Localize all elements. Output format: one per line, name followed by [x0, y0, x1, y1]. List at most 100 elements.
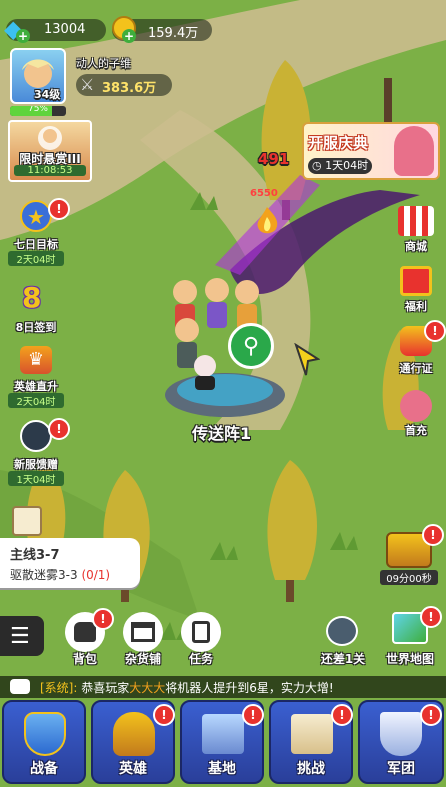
bounty-timer: 11:08:53: [14, 165, 86, 176]
number-eight-icon: 8: [22, 281, 42, 314]
banner-timer-box: ◷ 1天04时: [308, 158, 373, 174]
battle-pass-label: 通行证: [399, 362, 433, 375]
shop-awning-icon: [398, 206, 434, 236]
player-name: 动人的子维: [76, 57, 131, 70]
seven-day-label: 七日目标: [14, 238, 58, 251]
power-display: ⚔ 383.6万: [76, 74, 172, 96]
alert-icon: !: [420, 606, 442, 628]
legion-banner-icon: [380, 712, 422, 756]
quest-progress: (0/1): [81, 568, 111, 582]
hero-upgrade-label: 英雄直升: [14, 380, 58, 393]
chat-bubble-icon[interactable]: [10, 679, 30, 694]
new-server-timer: 1天04时: [8, 471, 64, 486]
helmet-icon: [113, 712, 155, 756]
remaining-label: 还差1关: [320, 652, 366, 666]
event-new-server-gift[interactable]: ! 新服馈赠 1天04时: [6, 418, 70, 486]
chest-timer: 09分00秒: [380, 570, 438, 585]
castle-icon: [202, 714, 244, 754]
scroll-icon[interactable]: [12, 506, 42, 536]
alert-icon: !: [92, 608, 114, 630]
stage-map-icon: [326, 616, 358, 646]
tab-preparation-label: 战备: [30, 761, 58, 777]
shop-toolbar-label: 杂货铺: [124, 652, 161, 666]
teleport-label[interactable]: 传送阵1: [192, 420, 251, 444]
star-badge-icon: ★: [20, 200, 52, 232]
search-bubble[interactable]: ⚲: [228, 323, 274, 369]
yellow-arrow-icon: [294, 343, 320, 376]
banner-girl-icon: [394, 126, 434, 176]
signin-label: 8日签到: [15, 321, 57, 334]
power-value: 383.6万: [102, 81, 157, 96]
plus-icon[interactable]: +: [16, 29, 30, 43]
main-quest-panel[interactable]: 主线3-7 驱散迷雾3-3 (0/1): [0, 538, 140, 588]
first-recharge-label: 首充: [405, 424, 427, 437]
alert-icon: !: [424, 320, 446, 342]
hero-portrait-icon: [20, 420, 52, 452]
clock-icon: ◷: [312, 159, 322, 172]
banner-timer: 1天04时: [325, 159, 369, 172]
tab-legion[interactable]: ! 军团: [358, 700, 444, 784]
task-button[interactable]: 任务: [178, 612, 224, 668]
fire-icon: [257, 207, 278, 234]
magnifier-icon: ⚲: [242, 333, 260, 359]
system-player: 大大大: [129, 681, 166, 695]
alert-icon: !: [48, 198, 70, 220]
tab-heroes-label: 英雄: [119, 761, 147, 777]
clipboard-icon: [192, 621, 210, 643]
welfare-label: 福利: [405, 300, 427, 313]
shop-label: 商城: [405, 240, 427, 253]
alert-icon: !: [153, 704, 175, 726]
backpack-icon: [74, 622, 96, 642]
diamond-counter: ◆ + 13004: [4, 15, 106, 43]
alert-icon: !: [331, 704, 353, 726]
tab-preparation[interactable]: 战备: [2, 700, 86, 784]
seven-day-timer: 2天04时: [8, 251, 64, 266]
celebration-banner[interactable]: 开服庆典 ◷ 1天04时: [302, 122, 440, 180]
exp-bar: 75%: [10, 106, 66, 116]
tab-legion-label: 军团: [387, 761, 415, 777]
alert-icon: !: [242, 704, 264, 726]
world-map-label: 世界地图: [385, 652, 434, 666]
list-icon: ☰: [10, 624, 30, 649]
menu-first-recharge[interactable]: 首充: [392, 390, 440, 440]
scroll-map-icon: [291, 714, 333, 754]
menu-battle-pass[interactable]: ! 通行证: [390, 320, 446, 376]
store-icon: [131, 622, 155, 642]
tab-base-label: 基地: [208, 761, 236, 777]
system-message-bar: [系统]: 恭喜玩家大大大将机器人提升到6星，实力大增!: [0, 676, 446, 698]
tab-heroes[interactable]: ! 英雄: [91, 700, 175, 784]
tab-challenge[interactable]: ! 挑战: [269, 700, 353, 784]
player-level: 34级: [34, 88, 61, 101]
bag-button[interactable]: ! 背包: [62, 608, 114, 668]
shield-sword-icon: [24, 712, 66, 756]
event-limited-bounty[interactable]: 限时悬赏III 11:08:53: [8, 120, 92, 182]
player-avatar[interactable]: 34级: [10, 48, 66, 104]
diamond-amount: 13004: [44, 22, 86, 37]
crossed-swords-icon: ⚔: [80, 75, 95, 94]
alert-icon: !: [420, 704, 442, 726]
event-seven-day-goal[interactable]: ★ ! 七日目标 2天04时: [6, 198, 70, 268]
dead-tree-icon: [384, 78, 392, 122]
hero-upgrade-timer: 2天04时: [8, 393, 64, 408]
plus-icon[interactable]: +: [122, 29, 136, 43]
alert-icon: !: [422, 524, 444, 546]
map-background: [0, 0, 446, 787]
game-scene: ⚲ 491 6550 传送阵1 ◆ + 13004 + 159.4万 34级 7…: [0, 0, 446, 787]
menu-list-button[interactable]: ☰: [0, 616, 44, 656]
small-number: 6550: [250, 188, 278, 199]
menu-shop[interactable]: 商城: [392, 206, 440, 256]
menu-welfare[interactable]: 福利: [392, 266, 440, 316]
treasure-chest[interactable]: ! 09分00秒: [378, 524, 444, 588]
system-prefix: [系统]:: [40, 681, 78, 695]
event-hero-upgrade[interactable]: ♛ 英雄直升 2天04时: [6, 346, 66, 410]
remaining-stages-button[interactable]: 还差1关: [318, 612, 368, 668]
quest-desc: 驱散迷雾3-3: [10, 568, 78, 582]
system-text-b: 将机器人提升到6星，实力大增!: [165, 681, 334, 695]
world-map-button[interactable]: ! 世界地图: [380, 606, 442, 668]
tab-challenge-label: 挑战: [297, 761, 325, 777]
tab-base[interactable]: ! 基地: [180, 700, 264, 784]
task-label: 任务: [188, 652, 213, 666]
gift-box-icon: [400, 266, 432, 296]
event-eight-day-signin[interactable]: 8 8日签到: [6, 281, 66, 334]
shop-button[interactable]: 杂货铺: [118, 612, 168, 668]
